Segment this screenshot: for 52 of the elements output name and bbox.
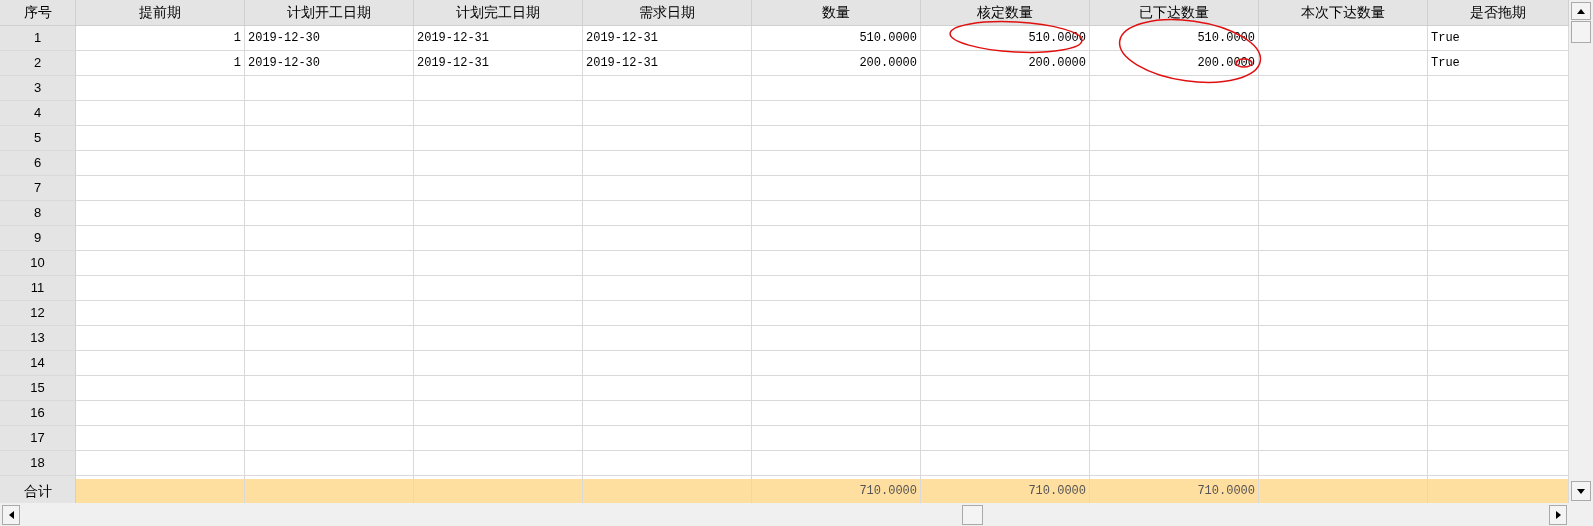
column-header[interactable]: 计划完工日期 [414, 0, 583, 25]
row-number: 7 [0, 176, 76, 200]
table-cell: 2019-12-30 [245, 51, 414, 75]
scroll-right-button[interactable] [1549, 504, 1567, 525]
column-header[interactable]: 序号 [0, 0, 76, 25]
row-number: 14 [0, 351, 76, 375]
row-number: 3 [0, 76, 76, 100]
row-number: 4 [0, 101, 76, 125]
column-header[interactable]: 数量 [752, 0, 921, 25]
row-number: 18 [0, 451, 76, 475]
column-header[interactable]: 已下达数量 [1090, 0, 1259, 25]
scroll-up-button[interactable] [1571, 2, 1591, 20]
scroll-left-button[interactable] [2, 504, 20, 525]
column-header[interactable]: 计划开工日期 [245, 0, 414, 25]
row-number: 17 [0, 426, 76, 450]
scrollbar-corner [1569, 503, 1593, 526]
down-arrow-icon [1577, 488, 1585, 494]
vertical-scrollbar[interactable] [1569, 0, 1593, 503]
table-cell: 2019-12-31 [583, 26, 752, 50]
horizontal-scrollbar[interactable] [0, 503, 1569, 526]
row-number: 2 [0, 51, 76, 75]
row-number: 6 [0, 151, 76, 175]
scroll-down-button[interactable] [1571, 481, 1591, 501]
table-cell: 200.0000 [752, 51, 921, 75]
up-arrow-icon [1577, 8, 1585, 14]
column-header[interactable]: 核定数量 [921, 0, 1090, 25]
row-number: 9 [0, 226, 76, 250]
row-number: 13 [0, 326, 76, 350]
table-cell: 1 [76, 26, 245, 50]
scroll-thumb[interactable] [1571, 21, 1591, 43]
row-number: 15 [0, 376, 76, 400]
column-header[interactable]: 需求日期 [583, 0, 752, 25]
total-label: 合计 [0, 479, 76, 503]
row-number: 16 [0, 401, 76, 425]
table-cell: 2019-12-31 [414, 26, 583, 50]
left-arrow-icon [8, 510, 14, 519]
row-number: 12 [0, 301, 76, 325]
right-arrow-icon [1555, 510, 1561, 519]
table-cell: 1 [76, 51, 245, 75]
table-cell: 2019-12-31 [414, 51, 583, 75]
row-number: 1 [0, 26, 76, 50]
row-number: 11 [0, 276, 76, 300]
column-header[interactable]: 提前期 [76, 0, 245, 25]
scroll-thumb[interactable] [962, 504, 983, 525]
row-number: 5 [0, 126, 76, 150]
table-cell: 200.0000 [921, 51, 1090, 75]
table-cell: 510.0000 [752, 26, 921, 50]
row-number: 10 [0, 251, 76, 275]
column-header[interactable]: 本次下达数量 [1259, 0, 1428, 25]
table-cell: 2019-12-30 [245, 26, 414, 50]
row-number: 8 [0, 201, 76, 225]
table-cell: 2019-12-31 [583, 51, 752, 75]
